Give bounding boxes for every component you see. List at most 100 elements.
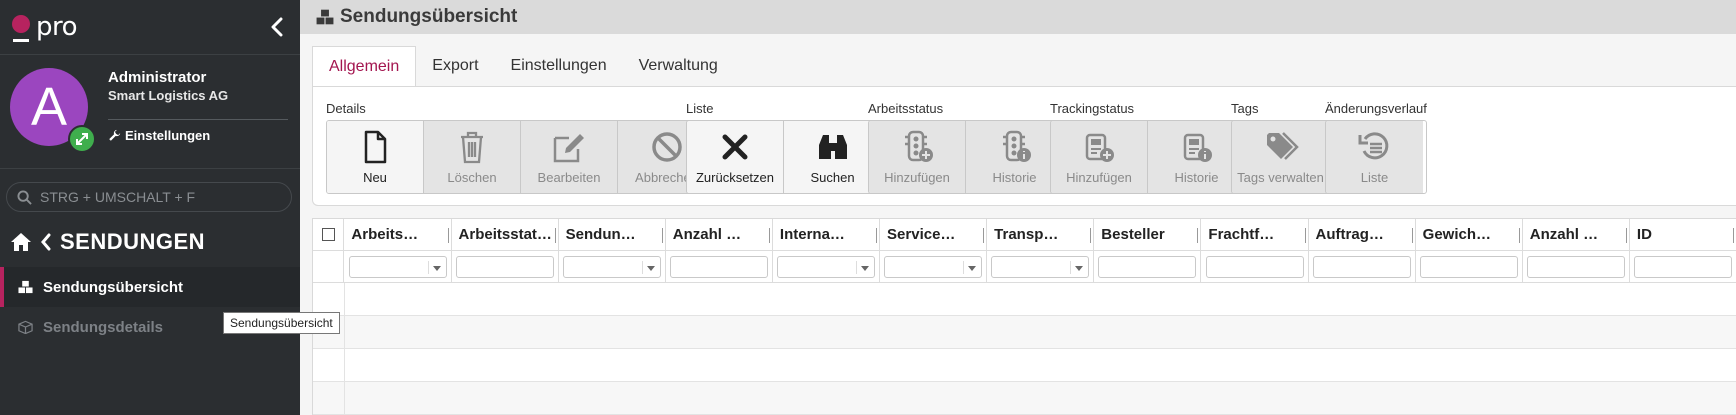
button-label: Löschen <box>447 170 497 185</box>
page-header: Sendungsübersicht <box>300 0 1736 34</box>
user-settings-link[interactable]: Einstellungen <box>108 128 210 143</box>
column-resize-handle[interactable] <box>983 228 985 243</box>
column-header[interactable]: Gewich… <box>1416 219 1523 250</box>
search-icon <box>17 189 32 205</box>
column-header[interactable]: Interna… <box>773 219 881 250</box>
column-filter-select[interactable] <box>884 255 983 278</box>
search-button[interactable]: Suchen <box>784 121 881 193</box>
column-header[interactable]: Service… <box>880 219 988 250</box>
column-filter-input[interactable] <box>1312 255 1411 278</box>
column-filter-select[interactable] <box>348 255 447 278</box>
select-all-checkbox[interactable] <box>321 228 335 241</box>
column-header[interactable]: Besteller <box>1094 219 1202 250</box>
switch-user-badge[interactable] <box>68 125 96 153</box>
tab-export[interactable]: Export <box>416 46 494 86</box>
tab-einstellungen[interactable]: Einstellungen <box>495 46 623 86</box>
row-select-cell[interactable] <box>313 349 345 381</box>
manage-tags-button[interactable]: Tags verwalten <box>1232 121 1329 193</box>
nav-item-sendungsuebersicht[interactable]: Sendungsübersicht <box>0 267 300 307</box>
column-header-label: Anzahl … <box>672 226 742 243</box>
column-resize-handle[interactable] <box>1304 228 1306 243</box>
filter-cell <box>666 251 773 282</box>
tracking-status-add-button[interactable]: Hinzufügen <box>1051 121 1148 193</box>
column-filter-input[interactable] <box>669 255 768 278</box>
table-row[interactable] <box>313 349 1736 382</box>
app-logo: pro <box>10 10 78 46</box>
binoculars-icon <box>818 135 847 159</box>
filter-cell <box>1309 251 1416 282</box>
filter-cell <box>880 251 988 282</box>
tracking-add-icon <box>1085 133 1114 162</box>
column-header[interactable]: Anzahl … <box>1523 219 1630 250</box>
column-resize-handle[interactable] <box>768 228 770 243</box>
chevron-left-icon <box>271 17 283 37</box>
column-resize-handle[interactable] <box>1733 228 1735 243</box>
filter-cell <box>1094 251 1202 282</box>
column-filter-select[interactable] <box>562 255 661 278</box>
table-row[interactable] <box>313 382 1736 415</box>
row-select-cell[interactable] <box>313 382 345 414</box>
filter-cell <box>987 251 1095 282</box>
column-header[interactable]: Arbeits… <box>344 219 452 250</box>
column-header[interactable]: ID <box>1630 219 1736 250</box>
search-box[interactable] <box>6 182 292 212</box>
trash-icon <box>461 131 483 164</box>
filter-cell <box>452 251 559 282</box>
column-filter-input[interactable] <box>1419 255 1518 278</box>
column-resize-handle[interactable] <box>876 228 878 243</box>
column-resize-handle[interactable] <box>1411 228 1413 243</box>
column-header[interactable]: Auftrag… <box>1309 219 1416 250</box>
column-filter-select[interactable] <box>777 255 876 278</box>
column-resize-handle[interactable] <box>447 228 449 243</box>
column-filter-input[interactable] <box>1526 255 1625 278</box>
search-input[interactable] <box>40 189 280 205</box>
boxes-icon <box>316 9 334 25</box>
sidebar-divider <box>0 168 300 169</box>
tab-verwaltung[interactable]: Verwaltung <box>623 46 734 86</box>
column-filter-input[interactable] <box>455 255 554 278</box>
column-header-label: Service… <box>887 226 956 243</box>
chevron-left-icon[interactable] <box>40 233 52 251</box>
new-button[interactable]: Neu <box>327 121 424 193</box>
column-header[interactable]: Sendun… <box>559 219 666 250</box>
column-resize-handle[interactable] <box>554 228 556 243</box>
tab-allgemein[interactable]: Allgemein <box>312 46 417 86</box>
main-area: Sendungsübersicht Allgemein Export Einst… <box>300 0 1736 415</box>
home-icon[interactable] <box>10 232 32 252</box>
column-header[interactable]: Arbeitsstat… <box>452 219 559 250</box>
delete-button[interactable]: Löschen <box>424 121 521 193</box>
column-filter-input[interactable] <box>1634 255 1733 278</box>
filter-cell <box>344 251 452 282</box>
column-header-label: Gewich… <box>1422 226 1492 243</box>
column-resize-handle[interactable] <box>1197 228 1199 243</box>
table-filter-row <box>313 251 1736 283</box>
column-resize-handle[interactable] <box>1090 228 1092 243</box>
table-row[interactable] <box>313 316 1736 349</box>
button-label: Hinzufügen <box>1066 170 1132 185</box>
user-company: Smart Logistics AG <box>108 88 229 103</box>
row-select-cell[interactable] <box>313 283 345 315</box>
column-filter-input[interactable] <box>1098 255 1197 278</box>
column-header[interactable]: Transp… <box>987 219 1095 250</box>
history-list-button[interactable]: Liste <box>1326 121 1423 193</box>
table-header-row: Arbeits… Arbeitsstat… Sendun… Anzahl … Inter… <box>313 219 1736 251</box>
work-status-add-button[interactable]: Hinzufügen <box>869 121 966 193</box>
work-status-history-button[interactable]: Historie <box>966 121 1063 193</box>
column-filter-input[interactable] <box>1205 255 1304 278</box>
edit-icon <box>553 134 584 163</box>
filter-spacer-cell <box>313 251 345 282</box>
column-resize-handle[interactable] <box>1518 228 1520 243</box>
logo-text: pro <box>36 12 78 42</box>
button-label: Historie <box>1174 170 1219 185</box>
table-row[interactable] <box>313 283 1736 316</box>
group-label: Änderungsverlauf <box>1325 101 1427 116</box>
column-resize-handle[interactable] <box>661 228 663 243</box>
collapse-sidebar-button[interactable] <box>262 12 292 42</box>
reset-button[interactable]: Zurücksetzen <box>687 121 784 193</box>
column-header[interactable]: Anzahl … <box>666 219 773 250</box>
edit-button[interactable]: Bearbeiten <box>521 121 618 193</box>
column-filter-select[interactable] <box>991 255 1090 278</box>
column-resize-handle[interactable] <box>1625 228 1627 243</box>
group-label: Details <box>326 101 366 116</box>
column-header[interactable]: Frachtf… <box>1201 219 1309 250</box>
